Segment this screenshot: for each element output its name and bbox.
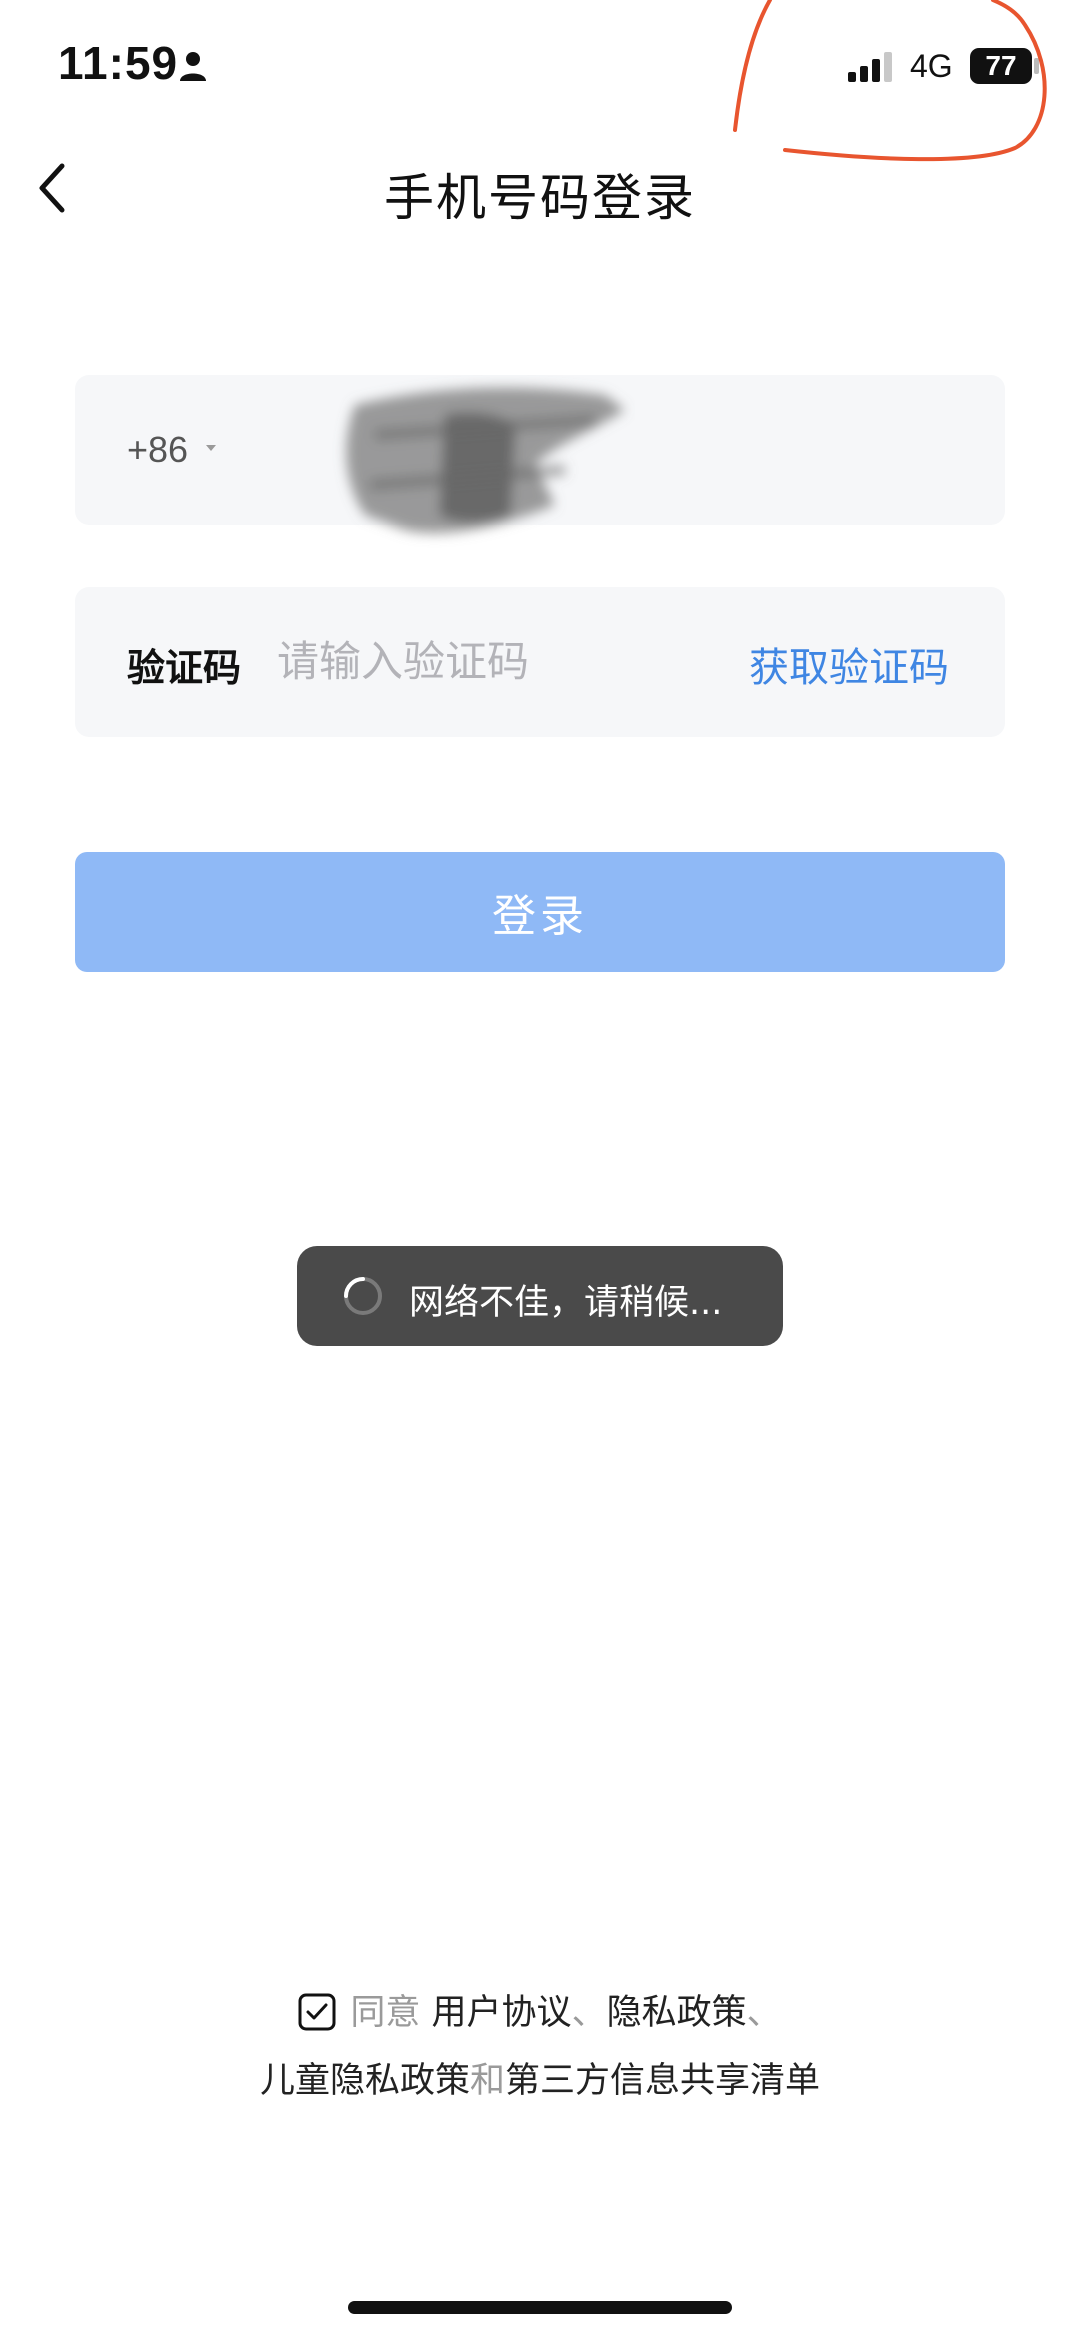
verification-code-field: 验证码 获取验证码 — [75, 587, 1005, 737]
agreement-checkbox[interactable] — [298, 1993, 336, 2031]
privacy-policy-link[interactable]: 隐私政策 — [607, 1993, 747, 2033]
network-type-label: 4G — [910, 48, 953, 84]
separator: 、 — [571, 1993, 607, 2033]
battery-indicator: 77 — [970, 48, 1032, 84]
third-party-sharing-list-link[interactable]: 第三方信息共享清单 — [505, 2061, 820, 2101]
login-button[interactable]: 登录 — [75, 852, 1005, 972]
loading-spinner-icon — [344, 1277, 382, 1315]
chevron-down-icon[interactable] — [205, 444, 217, 452]
agree-text: 同意 — [350, 1993, 421, 2033]
agreement-line-1: 同意 用户协议、隐私政策、 — [0, 1984, 1080, 2035]
home-indicator[interactable] — [348, 2301, 732, 2314]
user-agreement-link[interactable]: 用户协议 — [432, 1993, 572, 2033]
status-time: 11:59 — [58, 37, 179, 89]
agreement-line-2: 儿童隐私政策和第三方信息共享清单 — [0, 2052, 1080, 2103]
redacted-phone-number — [346, 387, 625, 534]
children-privacy-policy-link[interactable]: 儿童隐私政策 — [260, 2061, 470, 2101]
toast-message: 网络不佳，请稍候... — [409, 1283, 723, 1323]
verification-code-label: 验证码 — [127, 646, 242, 690]
battery-cap — [1034, 58, 1039, 74]
and-text: 和 — [469, 2061, 505, 2101]
verification-code-input[interactable] — [277, 629, 697, 693]
signal-bars-icon — [848, 52, 892, 82]
phone-login-screen: 11:59 4G 77 手机号码登录 +86 验证码 请输入验证码 获取验证码 … — [0, 0, 1080, 2339]
person-icon — [180, 52, 206, 81]
red-annotation-circle — [733, 0, 1047, 162]
phone-number-field[interactable]: +86 — [75, 375, 1005, 534]
country-code-selector[interactable]: +86 — [127, 429, 188, 471]
separator: 、 — [746, 1993, 782, 2033]
loading-toast: 网络不佳，请稍候... — [297, 1246, 783, 1346]
page-title: 手机号码登录 — [384, 169, 696, 227]
get-code-button[interactable]: 获取验证码 — [749, 635, 949, 693]
